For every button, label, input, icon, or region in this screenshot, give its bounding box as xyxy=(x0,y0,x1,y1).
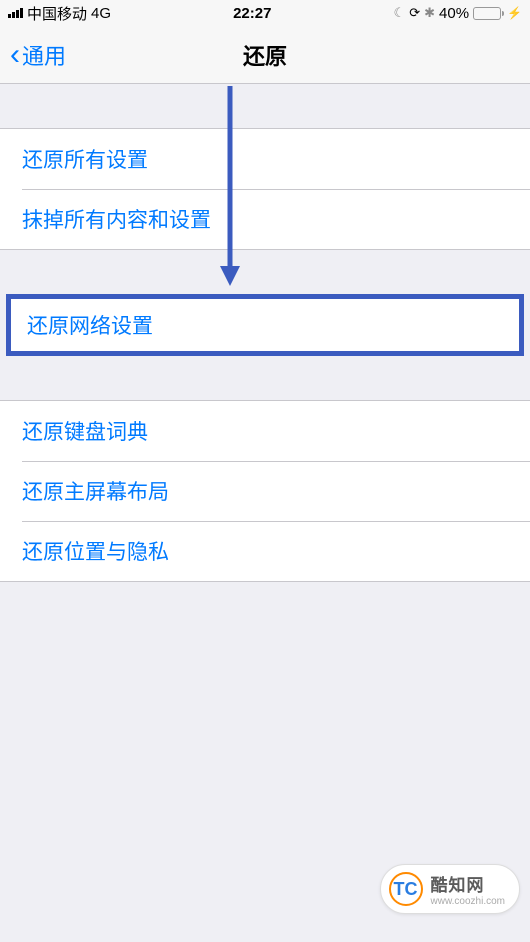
cell-label: 还原所有设置 xyxy=(22,144,148,174)
network-label: 4G xyxy=(91,5,111,22)
reset-location-privacy[interactable]: 还原位置与隐私 xyxy=(0,521,530,581)
erase-all-content[interactable]: 抹掉所有内容和设置 xyxy=(0,189,530,249)
orientation-lock-icon: ⟳ xyxy=(409,5,420,21)
battery-pct: 40% xyxy=(439,5,469,22)
watermark-logo-icon: TC xyxy=(389,872,423,906)
charging-icon: ⚡ xyxy=(507,6,522,20)
status-time: 22:27 xyxy=(111,5,394,22)
cell-label: 还原主屏幕布局 xyxy=(22,476,169,506)
cell-label: 还原位置与隐私 xyxy=(22,536,169,566)
watermark: TC 酷知网 www.coozhi.com xyxy=(380,864,520,914)
status-bar: 中国移动 4G 22:27 ☾ ⟳ ✱ 40% ⚡ xyxy=(0,0,530,26)
dnd-icon: ☾ xyxy=(394,5,406,21)
content-area: 还原所有设置 抹掉所有内容和设置 还原网络设置 还原键盘词典 还原主屏幕布局 还… xyxy=(0,84,530,582)
battery-icon xyxy=(473,7,501,20)
reset-network-settings[interactable]: 还原网络设置 xyxy=(6,294,524,356)
group-3: 还原键盘词典 还原主屏幕布局 还原位置与隐私 xyxy=(0,400,530,582)
reset-home-layout[interactable]: 还原主屏幕布局 xyxy=(0,461,530,521)
cell-label: 抹掉所有内容和设置 xyxy=(22,204,211,234)
cell-label: 还原网络设置 xyxy=(27,310,153,340)
bluetooth-icon: ✱ xyxy=(424,5,435,21)
group-1: 还原所有设置 抹掉所有内容和设置 xyxy=(0,128,530,250)
nav-bar: ‹ 通用 还原 xyxy=(0,26,530,84)
reset-all-settings[interactable]: 还原所有设置 xyxy=(0,129,530,189)
page-title: 还原 xyxy=(0,39,530,71)
signal-icon xyxy=(8,8,23,18)
back-label: 通用 xyxy=(22,39,66,71)
cell-label: 还原键盘词典 xyxy=(22,416,148,446)
watermark-name: 酷知网 xyxy=(431,871,505,896)
carrier-label: 中国移动 xyxy=(27,3,87,24)
back-button[interactable]: ‹ 通用 xyxy=(0,39,66,71)
chevron-left-icon: ‹ xyxy=(10,40,20,70)
reset-keyboard-dictionary[interactable]: 还原键盘词典 xyxy=(0,401,530,461)
watermark-url: www.coozhi.com xyxy=(431,896,505,907)
